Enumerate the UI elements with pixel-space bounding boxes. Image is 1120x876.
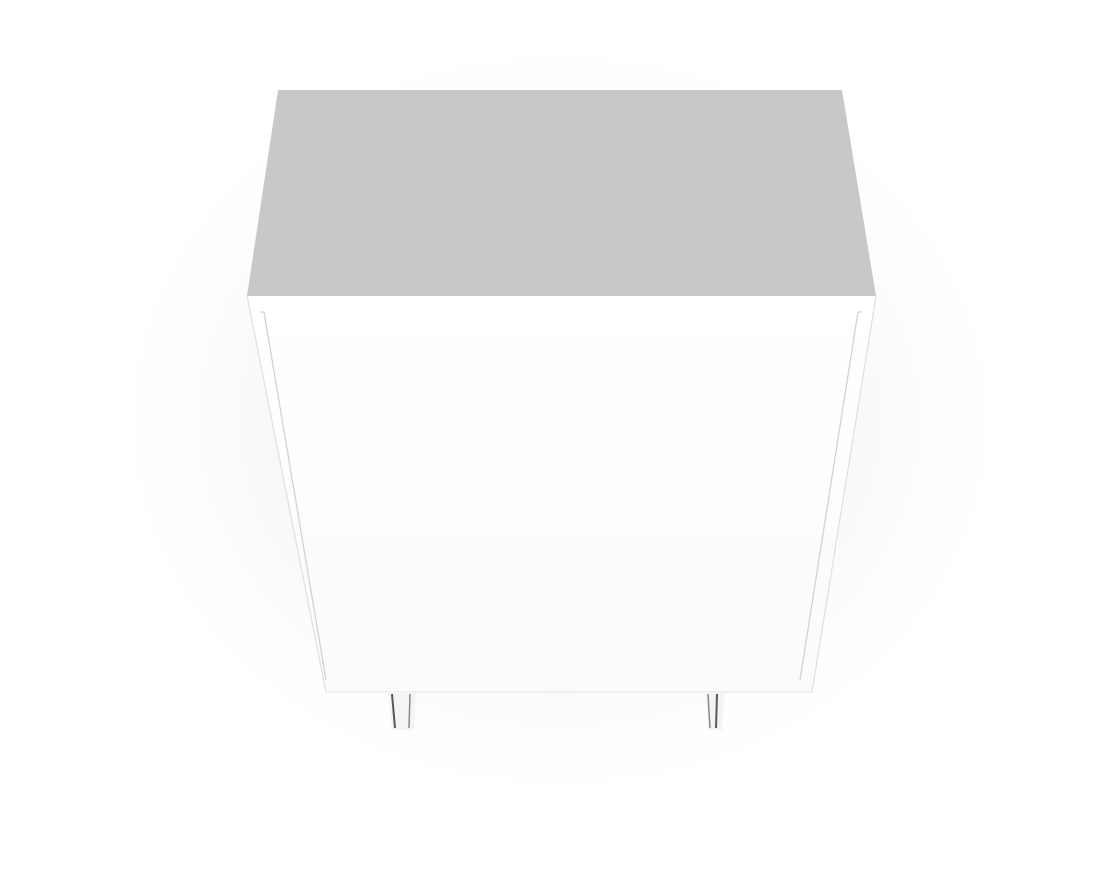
cabinet-leg-left	[388, 692, 416, 730]
cabinet-front-panel	[247, 296, 876, 692]
cabinet-leg-right	[706, 692, 724, 730]
cabinet-top-panel	[247, 90, 876, 296]
product-render	[0, 0, 1120, 876]
